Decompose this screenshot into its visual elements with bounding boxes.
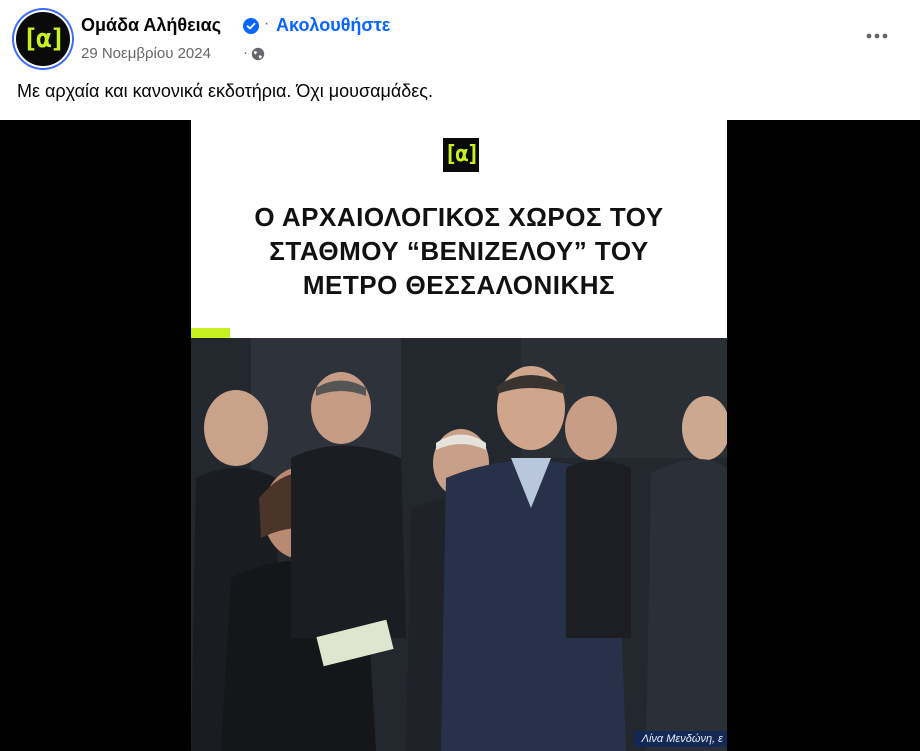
post-video[interactable]: [α] Ο ΑΡΧΑΙΟΛΟΓΙΚΟΣ ΧΩΡΟΣ ΤΟΥ ΣΤΑΘΜΟΥ “Β… [0, 120, 920, 751]
video-still-photo: Λίνα Μενδώνη, ε [191, 338, 727, 751]
more-options-button[interactable] [860, 22, 894, 50]
card-logo-text: [α] [444, 142, 480, 167]
date-separator: · [243, 44, 248, 61]
page-avatar[interactable]: [α] [16, 12, 70, 66]
video-caption: Λίνα Μενδώνη, ε [633, 731, 727, 747]
page-name-link[interactable]: Ομάδα Αλήθειας [81, 15, 221, 36]
video-frame[interactable]: [α] Ο ΑΡΧΑΙΟΛΟΓΙΚΟΣ ΧΩΡΟΣ ΤΟΥ ΣΤΑΘΜΟΥ “Β… [191, 120, 727, 751]
header-separator: · [264, 15, 270, 32]
post-message: Με αρχαία και κανονικά εκδοτήρια. Όχι μο… [17, 81, 433, 101]
post-header: [α] Ομάδα Αλήθειας · Ακολουθήστε 29 Νοεμ… [0, 0, 920, 72]
follow-button[interactable]: Ακολουθήστε [276, 15, 390, 36]
video-title-card: [α] Ο ΑΡΧΑΙΟΛΟΓΙΚΟΣ ΧΩΡΟΣ ΤΟΥ ΣΤΑΘΜΟΥ “Β… [191, 120, 727, 338]
globe-icon [251, 47, 265, 61]
video-title: Ο ΑΡΧΑΙΟΛΟΓΙΚΟΣ ΧΩΡΟΣ ΤΟΥ ΣΤΑΘΜΟΥ “ΒΕΝΙΖ… [254, 202, 664, 300]
verified-badge-icon [243, 18, 259, 34]
post-date-link[interactable]: 29 Νοεμβρίου 2024 [81, 45, 211, 62]
card-logo: [α] [443, 138, 480, 172]
more-options-icon [866, 33, 888, 39]
group-photo-illustration [191, 338, 727, 751]
avatar-logo: [α] [22, 24, 66, 54]
